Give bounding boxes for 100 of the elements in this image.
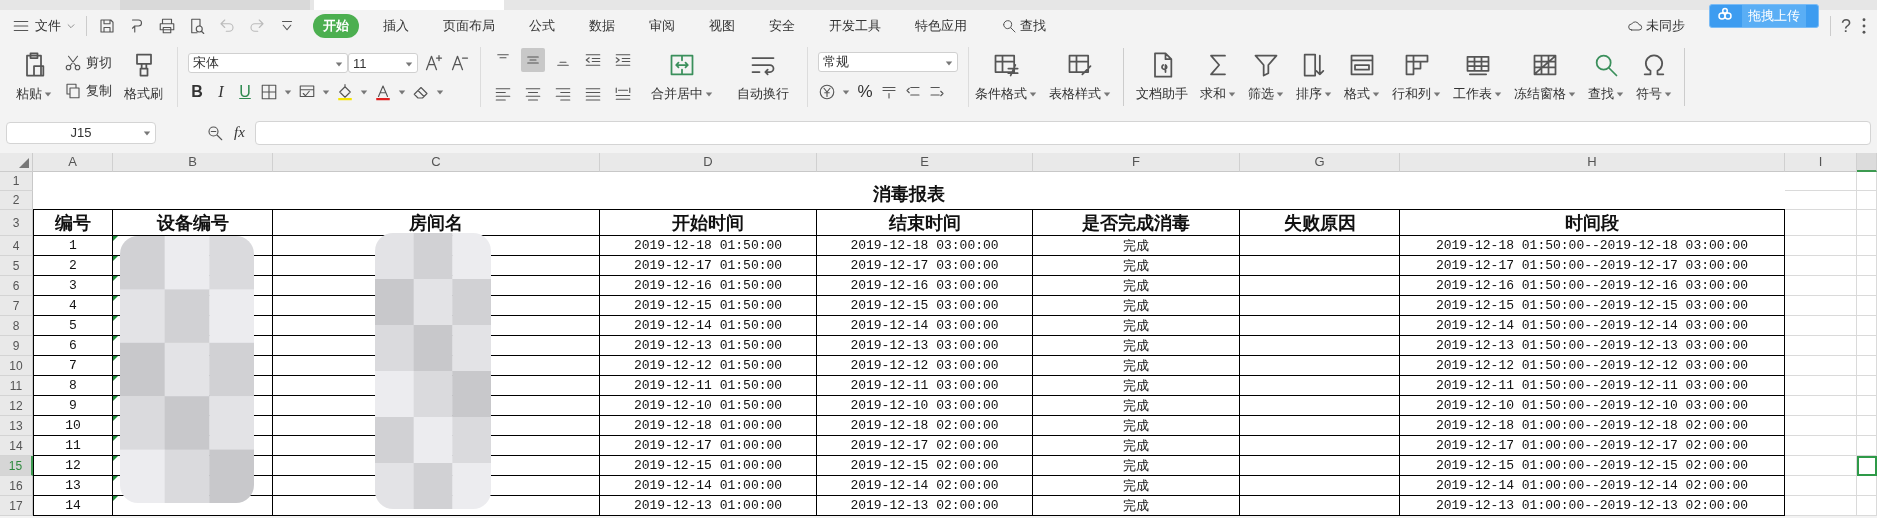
ribbon-tab[interactable]: 数据 bbox=[579, 14, 625, 38]
bold-button[interactable]: B bbox=[188, 83, 206, 101]
percent-button[interactable]: % bbox=[856, 82, 874, 102]
ribbon-tab[interactable]: 特色应用 bbox=[905, 14, 977, 38]
underline-button[interactable]: U bbox=[236, 83, 254, 101]
row-header[interactable]: 13 bbox=[0, 416, 33, 436]
row-header[interactable]: 14 bbox=[0, 436, 33, 456]
toolbar-button[interactable]: 工作表 bbox=[1447, 49, 1508, 105]
fill-color-icon[interactable] bbox=[336, 83, 354, 101]
table-cell: 2019-12-18 03:00:00 bbox=[817, 236, 1033, 256]
borders-icon[interactable] bbox=[260, 83, 278, 101]
row-header[interactable]: 16 bbox=[0, 476, 33, 496]
row-header[interactable]: 9 bbox=[0, 336, 33, 356]
row-header[interactable]: 17 bbox=[0, 496, 33, 516]
table-cell: 2019-12-14 01:00:00--2019-12-14 02:00:00 bbox=[1400, 476, 1785, 496]
print-icon[interactable] bbox=[158, 17, 176, 35]
table-cell: 2019-12-12 03:00:00 bbox=[817, 356, 1033, 376]
select-all-icon[interactable] bbox=[19, 158, 29, 168]
toolbar-button[interactable]: 符号 bbox=[1630, 49, 1678, 105]
currency-icon[interactable] bbox=[818, 83, 836, 101]
column-header[interactable]: B bbox=[113, 153, 273, 172]
ribbon-tab[interactable]: 视图 bbox=[699, 14, 745, 38]
grid-cell bbox=[1785, 356, 1857, 376]
ribbon-tab[interactable]: 开发工具 bbox=[819, 14, 891, 38]
column-header[interactable]: F bbox=[1033, 153, 1240, 172]
italic-button[interactable]: I bbox=[212, 83, 230, 101]
row-header[interactable]: 1 bbox=[0, 172, 33, 191]
table-cell: 2019-12-13 01:00:00--2019-12-13 02:00:00 bbox=[1400, 496, 1785, 516]
column-header[interactable]: H bbox=[1400, 153, 1785, 172]
column-header[interactable]: E bbox=[817, 153, 1033, 172]
formula-input[interactable] bbox=[254, 120, 1871, 145]
copy-button[interactable]: 复制 bbox=[64, 82, 112, 100]
toolbar-button[interactable]: 文档助手 bbox=[1130, 49, 1194, 105]
format-painter-button[interactable]: 格式刷 bbox=[120, 49, 167, 105]
caret-icon[interactable] bbox=[842, 88, 850, 96]
caret-icon bbox=[1568, 90, 1576, 98]
toolbar-button[interactable]: 行和列 bbox=[1386, 49, 1447, 105]
table-cell: 2019-12-14 01:00:00 bbox=[600, 476, 817, 496]
font-name-field[interactable]: 宋体 bbox=[188, 53, 348, 73]
table-cell: 2019-12-15 01:00:00--2019-12-15 02:00:00 bbox=[1400, 456, 1785, 476]
table-cell: 完成 bbox=[1033, 296, 1240, 316]
column-header[interactable]: G bbox=[1240, 153, 1400, 172]
print-preview-icon[interactable] bbox=[188, 17, 206, 35]
table-cell: 2019-12-13 02:00:00 bbox=[817, 496, 1033, 516]
grid-cell bbox=[1785, 210, 1857, 236]
toolbar-button[interactable]: 格式 bbox=[1338, 49, 1386, 105]
more-icon[interactable] bbox=[1861, 17, 1867, 35]
row-header[interactable]: 4 bbox=[0, 236, 33, 256]
ribbon-tab[interactable]: 插入 bbox=[373, 14, 419, 38]
name-box[interactable]: J15 bbox=[6, 121, 156, 144]
ribbon-tab[interactable]: 审阅 bbox=[639, 14, 685, 38]
toolbar-button[interactable]: 冻结窗格 bbox=[1508, 49, 1582, 105]
decrease-font-icon[interactable] bbox=[450, 53, 470, 73]
row-header[interactable]: 2 bbox=[0, 191, 33, 210]
row-header[interactable]: 12 bbox=[0, 396, 33, 416]
scissors-icon bbox=[64, 54, 82, 72]
row-header[interactable]: 6 bbox=[0, 276, 33, 296]
row-header[interactable]: 7 bbox=[0, 296, 33, 316]
caret-icon bbox=[1228, 90, 1236, 98]
toolbar-button[interactable]: 表格样式 bbox=[1043, 49, 1117, 105]
row-header[interactable]: 11 bbox=[0, 376, 33, 396]
row-header[interactable]: 3 bbox=[0, 210, 33, 236]
ribbon-tab[interactable]: 公式 bbox=[519, 14, 565, 38]
caret-icon[interactable] bbox=[436, 88, 444, 96]
caret-icon[interactable] bbox=[360, 88, 368, 96]
wrap-text-button[interactable]: 自动换行 bbox=[729, 49, 797, 105]
caret-icon[interactable] bbox=[398, 88, 406, 96]
zoom-icon[interactable] bbox=[206, 123, 224, 142]
column-header[interactable] bbox=[1857, 153, 1877, 172]
font-size-field[interactable]: 11 bbox=[348, 53, 418, 73]
toolbar-button[interactable]: 筛选 bbox=[1242, 49, 1290, 105]
table-cell: 2019-12-16 01:50:00--2019-12-16 03:00:00 bbox=[1400, 276, 1785, 296]
function-button[interactable]: fx bbox=[234, 124, 245, 141]
save-icon[interactable] bbox=[98, 17, 116, 35]
cut-button[interactable]: 剪切 bbox=[64, 54, 112, 72]
row-header[interactable]: 5 bbox=[0, 256, 33, 276]
merge-center-button[interactable]: 合并居中 bbox=[643, 49, 721, 105]
toolbar-button[interactable]: 条件格式 bbox=[969, 49, 1043, 105]
help-button[interactable]: ? bbox=[1841, 15, 1851, 37]
column-header[interactable]: C bbox=[273, 153, 600, 172]
sync-status[interactable]: 未同步 bbox=[1627, 17, 1685, 35]
ribbon-tab[interactable]: 安全 bbox=[759, 14, 805, 38]
toolbar-button[interactable]: 求和 bbox=[1194, 49, 1242, 105]
toolbar-button[interactable]: 查找 bbox=[1582, 49, 1630, 105]
toolbar-button[interactable]: 排序 bbox=[1290, 49, 1338, 105]
file-menu[interactable]: 文件 bbox=[12, 17, 76, 35]
column-header[interactable]: D bbox=[600, 153, 817, 172]
ribbon-tab[interactable]: 页面布局 bbox=[433, 14, 505, 38]
paste-button[interactable]: 粘贴 bbox=[12, 49, 56, 105]
row-header[interactable]: 10 bbox=[0, 356, 33, 376]
row-header[interactable]: 8 bbox=[0, 316, 33, 336]
number-format-field[interactable]: 常规 bbox=[818, 52, 958, 72]
search-button[interactable]: 查找 bbox=[991, 14, 1056, 38]
caret-icon[interactable] bbox=[322, 88, 330, 96]
font-color-icon[interactable] bbox=[374, 83, 392, 101]
caret-icon[interactable] bbox=[284, 88, 292, 96]
selected-cell[interactable] bbox=[1857, 456, 1877, 476]
caret-icon bbox=[1029, 90, 1037, 98]
column-header[interactable]: A bbox=[33, 153, 113, 172]
increase-font-icon[interactable] bbox=[424, 53, 444, 73]
